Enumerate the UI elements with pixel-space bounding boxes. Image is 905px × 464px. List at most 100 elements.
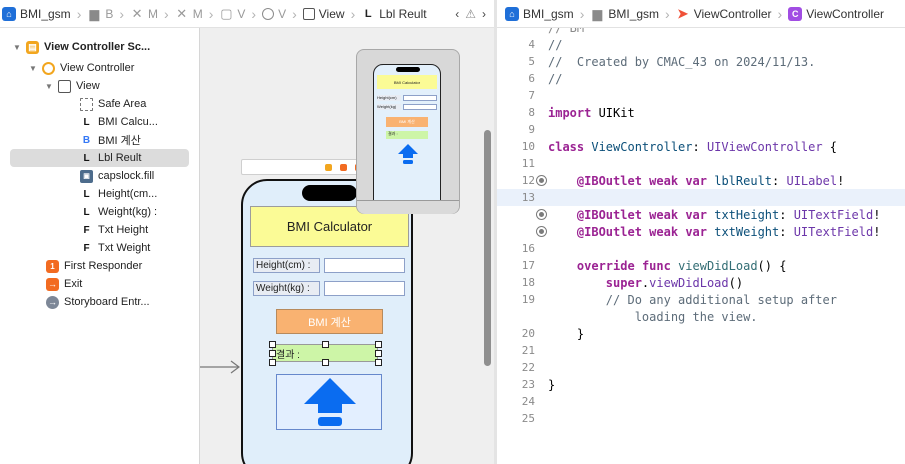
capslock-image-view[interactable] [276, 374, 382, 430]
weight-field[interactable] [324, 281, 405, 296]
outline-item-txt-height[interactable]: F Txt Height [0, 221, 199, 239]
code-line[interactable]: 20 } [497, 325, 905, 342]
outline-first-responder[interactable]: 1 First Responder [0, 257, 199, 275]
outline-exit[interactable]: → Exit [0, 275, 199, 293]
resize-handle[interactable] [269, 359, 276, 366]
resize-handle[interactable] [375, 341, 382, 348]
code-line[interactable]: 5 // Created by CMAC_43 on 2024/11/13. [497, 53, 905, 70]
disclosure-open-icon[interactable]: ▼ [28, 64, 38, 73]
outlet-connection-icon[interactable] [536, 226, 547, 237]
outline-storyboard-entry[interactable]: → Storyboard Entr... [0, 293, 199, 311]
code-text: @IBOutlet weak var txtHeight: UITextFiel… [548, 207, 881, 222]
code-line[interactable]: 24 [497, 393, 905, 410]
code-editor[interactable]: // BM 4 // 5 // Created by CMAC_43 on 2024/… [497, 28, 905, 464]
disclosure-open-icon[interactable]: ▼ [44, 82, 54, 91]
line-number: 25 [521, 412, 535, 425]
code-token: ! [873, 207, 881, 222]
jump-crumb-scene[interactable]: ▢ V [217, 6, 247, 21]
code-line[interactable]: 6 // [497, 70, 905, 87]
chevron-left-icon[interactable]: ‹ [455, 7, 459, 21]
chevron-right-icon[interactable]: › [482, 7, 486, 21]
storyboard-entry-icon: → [46, 295, 59, 309]
jump-crumb-folder[interactable]: ▆ B [85, 7, 115, 21]
code-line[interactable]: 10 class ViewController: UIViewController… [497, 138, 905, 155]
app-icon: ⌂ [2, 6, 16, 21]
code-line[interactable]: 13 [497, 189, 905, 206]
warning-icon[interactable]: ⚠ [465, 7, 476, 21]
code-line[interactable]: 4 // [497, 36, 905, 53]
outline-item-result-label[interactable]: L Lbl Reult [10, 149, 189, 167]
code-line[interactable]: 22 [497, 359, 905, 376]
outline-item-height-label[interactable]: L Height(cm... [0, 185, 199, 203]
code-line[interactable]: 11 [497, 155, 905, 172]
outline-item-safe-area[interactable]: Safe Area [0, 95, 199, 113]
canvas-scrollbar[interactable] [484, 130, 491, 366]
outline-item-weight-label[interactable]: L Weight(kg) : [0, 203, 199, 221]
code-line[interactable]: @IBOutlet weak var txtWeight: UITextFiel… [497, 223, 905, 240]
jump-crumb-view-controller[interactable]: V [260, 7, 288, 21]
line-number: 13 [521, 191, 535, 204]
iphone-scene[interactable]: BMI Calculator Height(cm) : Weight(kg) :… [241, 179, 413, 464]
code-line[interactable]: 16 [497, 240, 905, 257]
code-line[interactable]: 8 import UIKit [497, 104, 905, 121]
jump-crumb-label[interactable]: L Lbl Reult [359, 7, 428, 21]
resize-handle[interactable] [375, 350, 382, 357]
code-token: // [548, 37, 563, 52]
outlet-connection-icon[interactable] [536, 209, 547, 220]
dock-view-controller-icon[interactable] [325, 163, 332, 171]
code-crumb-project[interactable]: ⌂ BMI_gsm [497, 6, 576, 21]
resize-handle[interactable] [322, 341, 329, 348]
weight-label[interactable]: Weight(kg) : [253, 281, 320, 296]
outlet-connection-icon[interactable] [536, 175, 547, 186]
disclosure-open-icon[interactable]: ▼ [12, 43, 22, 52]
code-line[interactable]: 21 [497, 342, 905, 359]
code-line[interactable]: 18 super.viewDidLoad() [497, 274, 905, 291]
jump-crumb-view[interactable]: View [301, 7, 347, 21]
bmi-calc-button[interactable]: BMI 계산 [276, 309, 383, 334]
text-field-icon: F [83, 242, 90, 254]
code-token: } [548, 377, 556, 392]
code-line[interactable]: 25 [497, 410, 905, 427]
code-text: // [548, 38, 562, 52]
code-line[interactable]: 7 [497, 87, 905, 104]
jump-crumb-main[interactable]: ✕ M [128, 6, 160, 21]
code-line[interactable]: loading the view. [497, 308, 905, 325]
outline-item-image[interactable]: ▣ capslock.fill [0, 167, 199, 185]
outline-item-calc-button[interactable]: B BMI 계산 [0, 131, 199, 149]
code-line[interactable]: 9 [497, 121, 905, 138]
resize-handle[interactable] [375, 359, 382, 366]
code-line[interactable]: @IBOutlet weak var txtHeight: UITextFiel… [497, 206, 905, 223]
preview-popover: BMI Calculator Height(cm) Weight(kg) BMI… [356, 49, 460, 214]
code-text: import UIKit [548, 106, 635, 120]
chevron-right-icon: › [579, 5, 585, 22]
code-line[interactable]: 17 override func viewDidLoad() { [497, 257, 905, 274]
outline-scene[interactable]: ▼ ▤ View Controller Sc... [0, 38, 199, 56]
outline-view-controller[interactable]: ▼ View Controller [0, 59, 199, 77]
resize-handle[interactable] [269, 341, 276, 348]
code-crumb-folder[interactable]: ▆ BMI_gsm [588, 7, 661, 21]
chevron-right-icon: › [119, 5, 125, 22]
code-line[interactable]: 19 // Do any additional setup after [497, 291, 905, 308]
outline-item-title-label[interactable]: L BMI Calcu... [0, 113, 199, 131]
line-number: 19 [521, 293, 535, 306]
view-icon [302, 7, 315, 20]
jump-crumb-project[interactable]: ⌂ BMI_gsm [0, 6, 73, 21]
height-label[interactable]: Height(cm) : [253, 258, 320, 273]
resize-handle[interactable] [322, 359, 329, 366]
code-crumb-class[interactable]: C ViewController [786, 6, 886, 21]
code-line[interactable]: 12 @IBOutlet weak var lblReult: UILabel! [497, 172, 905, 189]
height-field[interactable] [324, 258, 405, 273]
code-text: // Do any additional setup after [548, 293, 837, 307]
dock-first-responder-icon[interactable] [340, 163, 347, 171]
code-crumb-file[interactable]: ➤ ViewController [674, 6, 774, 21]
resize-handle[interactable] [269, 350, 276, 357]
storyboard-canvas[interactable]: BMI Calculator Height(cm) : Weight(kg) :… [199, 28, 494, 464]
code-token: () { [757, 258, 787, 273]
code-line[interactable]: 23} [497, 376, 905, 393]
dynamic-island [302, 185, 357, 201]
outline-view[interactable]: ▼ View [0, 77, 199, 95]
chevron-right-icon: › [76, 5, 82, 22]
jump-crumb-main-base[interactable]: ✕ M [173, 6, 205, 21]
outline-item-txt-weight[interactable]: F Txt Weight [0, 239, 199, 257]
